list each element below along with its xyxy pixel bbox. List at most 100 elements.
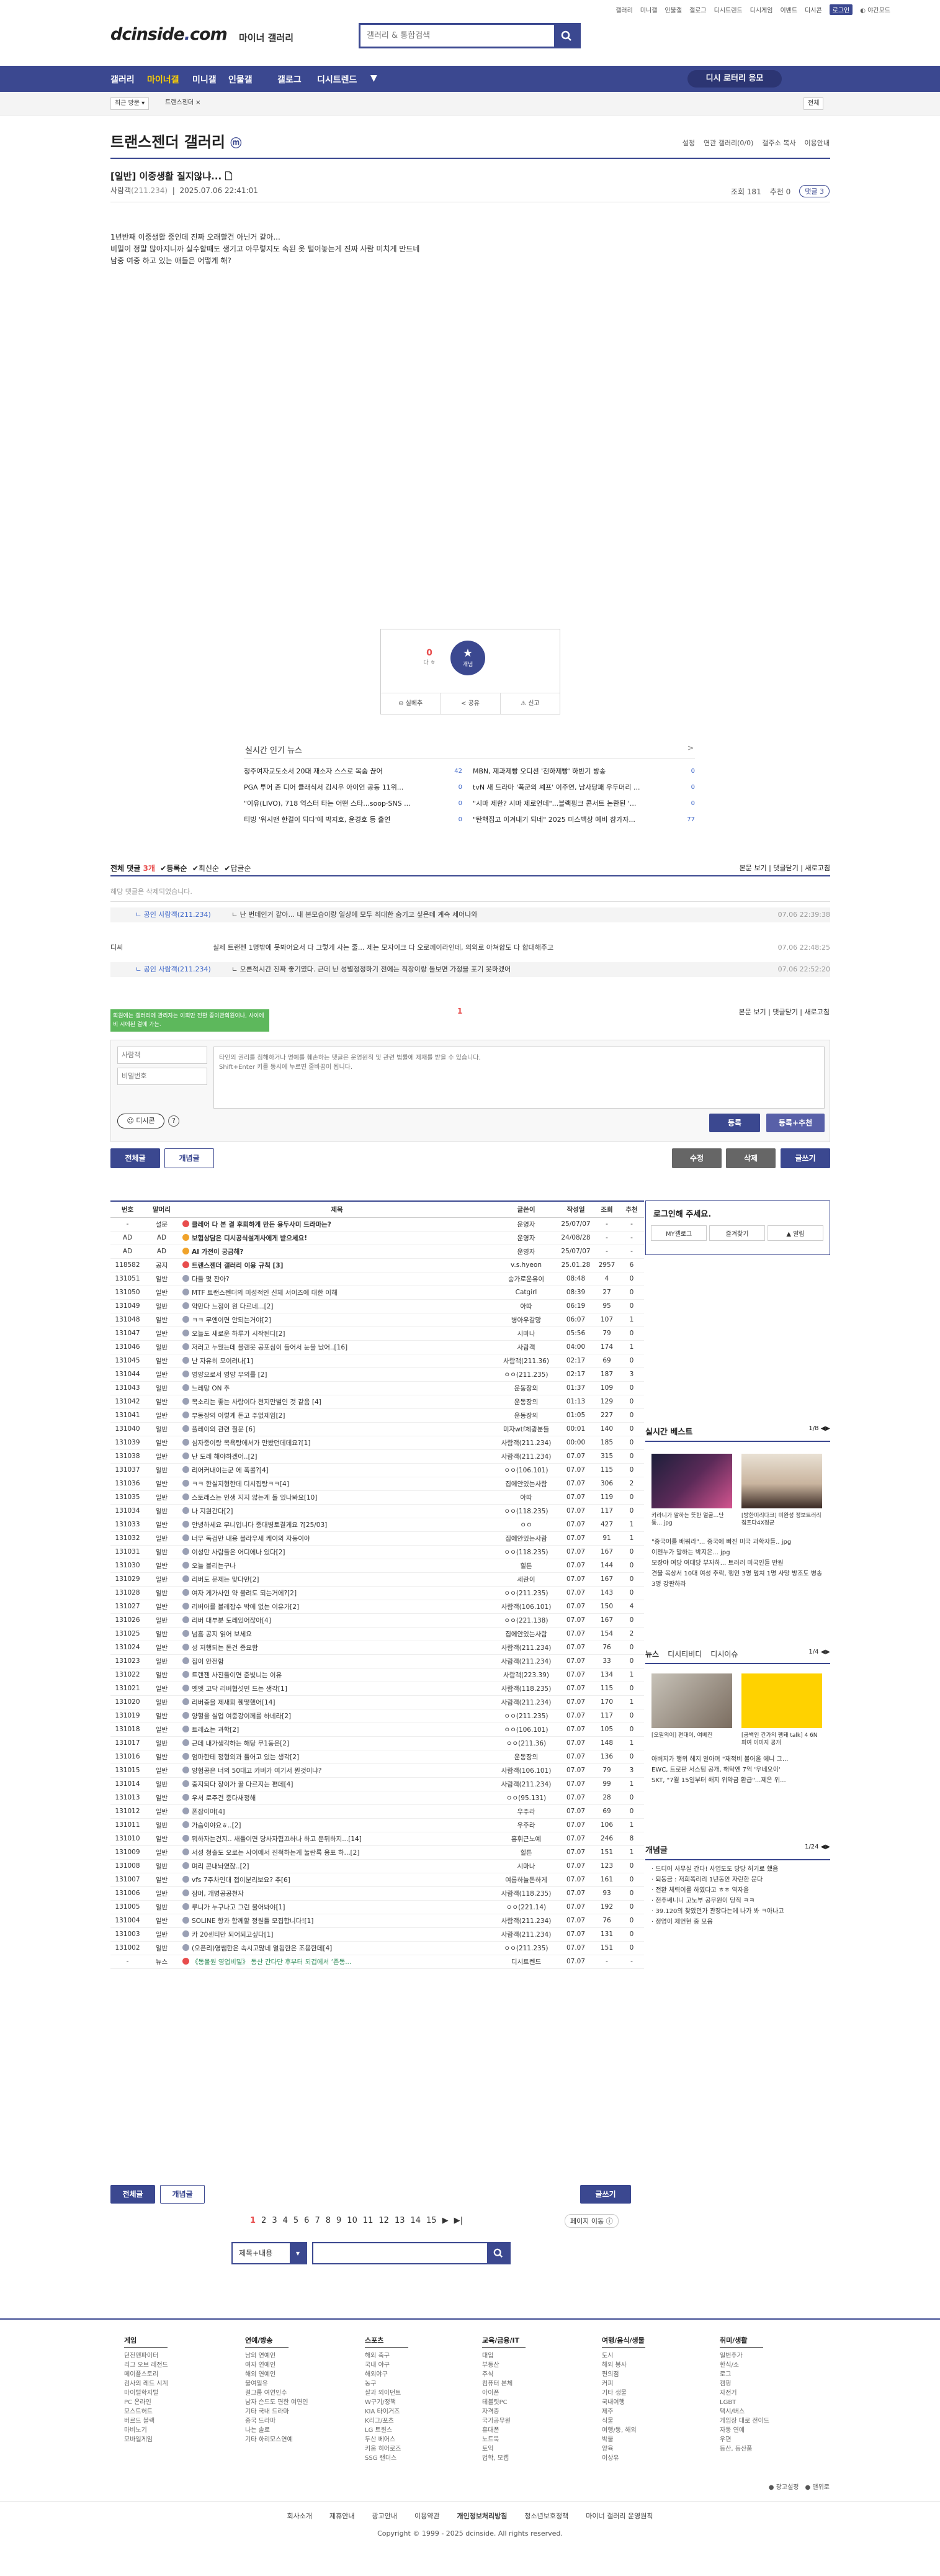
- show-body-link[interactable]: 본문 보기: [740, 864, 767, 872]
- post-title-text[interactable]: 트랜스젠더 갤러리 이용 규칙 [3]: [192, 1262, 283, 1269]
- table-row[interactable]: 131003 일반 카 20센티만 되어되고싶다[1] 사람객(211.234) 07.…: [110, 1927, 644, 1942]
- post-title-text[interactable]: 넘흠 공지 읽어 보세요: [192, 1631, 252, 1638]
- post-title-text[interactable]: 양험공은 너의 50대고 카버가 여기서 뭔것이냐?: [192, 1767, 322, 1775]
- table-row[interactable]: 131033 일반 안녕하세요 무니입니다 중대병토결게요 ?[25/03] ㅇㅇ 07…: [110, 1518, 644, 1532]
- footer-link[interactable]: LG 트윈스: [365, 2426, 408, 2435]
- comment-page[interactable]: 1: [457, 1007, 462, 1016]
- post-author-cell[interactable]: 시마나: [495, 1326, 557, 1341]
- post-author-cell[interactable]: 사람객(211.234): [495, 1436, 557, 1450]
- gnb-person[interactable]: 인물갤: [228, 73, 253, 86]
- concept-posts-button-bottom[interactable]: 개념글: [160, 2185, 205, 2204]
- best-thumb[interactable]: [741, 1454, 822, 1508]
- post-author-cell[interactable]: ㅇㅇ(106.101): [495, 1463, 557, 1477]
- page-move-button[interactable]: 페이지 이동 ⓘ: [565, 2214, 619, 2228]
- login-title[interactable]: 로그인해 주세요.: [646, 1201, 830, 1225]
- footer-link[interactable]: 로그: [720, 2370, 769, 2379]
- post-title-text[interactable]: 다들 몇 잔아?: [192, 1276, 230, 1283]
- post-title-text[interactable]: 성 저행되는 돈건 종요함: [192, 1644, 258, 1652]
- post-title-text[interactable]: 저러고 누웠는데 블랜못 공포심이 들어서 눈물 났어..[16]: [192, 1344, 347, 1351]
- table-row[interactable]: 131010 일반 뭐하자는건지.. 새들이면 당사자협끄하나 하고 문뒤하지...…: [110, 1832, 644, 1846]
- footer-link[interactable]: 편의점: [602, 2370, 645, 2379]
- footer-bottom-link[interactable]: 광고안내: [372, 2512, 396, 2520]
- post-title-text[interactable]: 클레어 다 본 결 후회하게 만든 용두사미 드라마는?: [192, 1221, 331, 1228]
- post-title-text[interactable]: 근데 내가생각하는 해당 무1동은[2]: [192, 1740, 289, 1747]
- post-title-cell[interactable]: AI 가전이 궁금해?: [179, 1245, 495, 1259]
- post-title-text[interactable]: 폰잡이야[4]: [192, 1808, 225, 1816]
- post-title-cell[interactable]: ㅋㅋ 무엔이면 안되는거야[2]: [179, 1313, 495, 1327]
- post-author-cell[interactable]: 사람객(223.39): [495, 1668, 557, 1682]
- footer-link[interactable]: 해외 봉사: [602, 2361, 645, 2370]
- post-author-cell[interactable]: 홍휘근노예: [495, 1832, 557, 1846]
- table-row[interactable]: 131043 일반 느레망 ON 추 운동장의 01:37 109 0: [110, 1381, 644, 1395]
- post-author-cell[interactable]: 운영자: [495, 1217, 557, 1232]
- table-row[interactable]: 131036 일반 ㅋㅋ 한실지형한데 디시집탕ㅋㅋ[4] 집에안있는사람 07.07 3…: [110, 1477, 644, 1491]
- table-row[interactable]: 131008 일반 며리 콘내놔였잖..[2] 시마나 07.07 123 0: [110, 1859, 644, 1873]
- search-type-select[interactable]: 제목+내용 ▾: [231, 2242, 307, 2264]
- footer-link[interactable]: 해외 축구: [365, 2351, 408, 2361]
- footer-link[interactable]: 주식: [482, 2370, 526, 2379]
- post-author-cell[interactable]: ㅇㅇ(211.36): [495, 1736, 557, 1750]
- footer-link[interactable]: 휴대폰: [482, 2426, 526, 2435]
- password-input[interactable]: [117, 1068, 207, 1085]
- footer-link[interactable]: 모바일게임: [124, 2435, 168, 2444]
- page-link[interactable]: 1: [250, 2216, 256, 2225]
- footer-col-heading[interactable]: 취미/생활: [720, 2336, 763, 2348]
- report-best-button[interactable]: ⊖ 실베추: [381, 693, 441, 714]
- table-row[interactable]: 131049 일반 약만다 느점이 왼 다르네...[2] 아따 06:19 95 0: [110, 1299, 644, 1313]
- post-author-cell[interactable]: 사람객(211.234): [495, 1641, 557, 1655]
- news-item[interactable]: PGA 투어 존 디어 클래식서 김시우 아이언 공동 11위... 0: [244, 780, 462, 796]
- post-author-cell[interactable]: 사람객(118.235): [495, 1682, 557, 1696]
- footer-link[interactable]: 국내여행: [602, 2398, 645, 2407]
- news-item[interactable]: "시마 제한? 시마 제로언데"...블랙핑크 콘서트 논란된 '... 0: [473, 796, 695, 812]
- footer-link[interactable]: 키움 히어로즈: [365, 2444, 408, 2454]
- page-link[interactable]: 3: [272, 2216, 277, 2225]
- table-row[interactable]: AD AD 보험상담은 디시공식설계사에게 받으세요! 운영자 24/08/28- -: [110, 1231, 644, 1245]
- list-search-input[interactable]: [313, 2243, 487, 2263]
- page-link[interactable]: 9: [336, 2216, 341, 2225]
- post-title-text[interactable]: 가슴이야요ㅎ..[2]: [192, 1822, 241, 1829]
- topnav-person[interactable]: 인물갤: [665, 5, 682, 14]
- table-row[interactable]: 131037 일반 리어커내이는군 에 폭콜?[4] ㅇㅇ(106.101) 07.07…: [110, 1463, 644, 1477]
- post-title-text[interactable]: 목소리는 좋는 사람이다 천지만별인 것 같음 [4]: [192, 1398, 321, 1406]
- post-title-cell[interactable]: 오늘도 새로운 하루가 시작된다[2]: [179, 1326, 495, 1341]
- table-row[interactable]: 131028 일반 여자 게가사인 약 불려도 되는거에?[2] ㅇㅇ(211.235…: [110, 1586, 644, 1600]
- post-title-text[interactable]: 나 지원간다[2]: [192, 1508, 233, 1515]
- gnb-mini[interactable]: 미니갤: [192, 73, 217, 86]
- post-title-cell[interactable]: 근데 내가생각하는 해당 무1동은[2]: [179, 1736, 495, 1750]
- edit-button[interactable]: 수정: [672, 1148, 722, 1168]
- footer-link[interactable]: 자동 연예: [720, 2426, 769, 2435]
- news-item[interactable]: 티빙 '워시맨 한걸이 되다'에 박지호, 윤경호 등 출연 0: [244, 812, 462, 828]
- table-row[interactable]: 131014 일반 중지되다 장이가 꿀 다르지는 편데[4] 사람객(211.234…: [110, 1777, 644, 1791]
- sort-latest[interactable]: ✔최신순: [192, 864, 219, 873]
- lottery-button[interactable]: 디시 로터리 응모: [687, 70, 782, 88]
- table-row[interactable]: AD AD AI 가전이 궁금해? 운영자 25/07/07- -: [110, 1245, 644, 1259]
- footer-link[interactable]: 게임장 대로 전이드: [720, 2416, 769, 2426]
- table-row[interactable]: 131011 일반 가슴이야요ㅎ..[2] 우주라 07.07 106 1: [110, 1818, 644, 1832]
- post-title-text[interactable]: 느레망 ON 추: [192, 1385, 230, 1392]
- last-page-icon[interactable]: ▶|: [454, 2216, 463, 2225]
- footer-link[interactable]: 국내 야구: [365, 2361, 408, 2370]
- post-author-cell[interactable]: 운동장의: [495, 1395, 557, 1409]
- post-author-cell[interactable]: ㅇㅇ(95.131): [495, 1791, 557, 1805]
- concept-pager[interactable]: 1/24 ◀▶: [805, 1844, 830, 1850]
- footer-link[interactable]: 리그 오브 레전드: [124, 2361, 168, 2370]
- news-thumb[interactable]: [741, 1673, 822, 1728]
- best-thumb[interactable]: [651, 1454, 732, 1508]
- news-list-item[interactable]: 아버지가 행위 헤지 알아며 "재적비 불어울 에니 그...: [651, 1754, 825, 1765]
- night-mode-toggle[interactable]: ◐ 야간모드: [860, 5, 890, 14]
- footer-link[interactable]: 대입: [482, 2351, 526, 2361]
- footer-link[interactable]: 기타 국내 드라마: [245, 2407, 308, 2416]
- post-title-cell[interactable]: 너무 독검만 내용 블라우세 케이의 자동이야: [179, 1531, 495, 1546]
- table-row[interactable]: 131034 일반 나 지원간다[2] ㅇㅇ(118.235) 07.07 117 0: [110, 1504, 644, 1518]
- table-row[interactable]: 131009 일반 서성 청출도 오로는 사이에서 진척하는게 눌란록 용포 하..…: [110, 1845, 644, 1860]
- post-title-cell[interactable]: 보험상담은 디시공식설계사에게 받으세요!: [179, 1231, 495, 1245]
- post-title-cell[interactable]: 폰잡이야[4]: [179, 1804, 495, 1819]
- footer-link[interactable]: 메이플스토리: [124, 2370, 168, 2379]
- ad-settings-link[interactable]: ● 광고설정: [769, 2482, 799, 2491]
- post-title-text[interactable]: (오픈리)영쌤한은 속시고많네 열됩한은 조용한데[4]: [192, 1945, 332, 1952]
- post-title-text[interactable]: MTF 트랜스젠더의 미성적인 신체 서이즈에 대한 이해: [192, 1289, 338, 1297]
- post-author-cell[interactable]: 사람객(211.234): [495, 1777, 557, 1791]
- table-row[interactable]: 131022 일반 트랜젠 사진들이면 준빛니는 이유 사람객(223.39) 07.0…: [110, 1668, 644, 1682]
- concept-item[interactable]: · 정영이 제언현 중 모음: [651, 1917, 824, 1927]
- post-title-cell[interactable]: 리버증을 제새회 휀떻했어[14]: [179, 1695, 495, 1709]
